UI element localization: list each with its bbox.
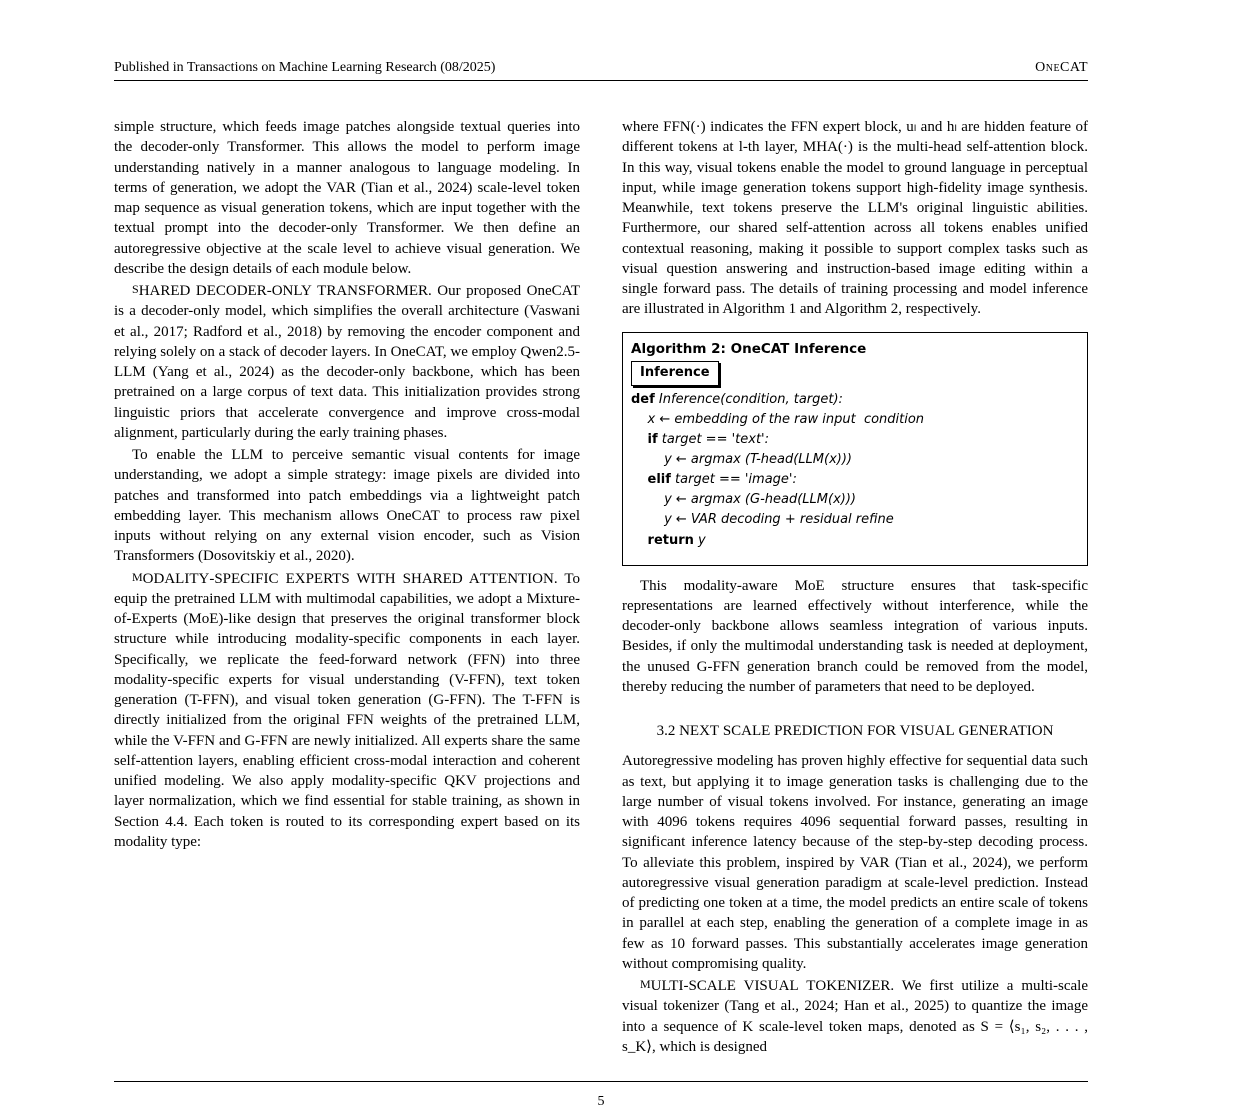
header-rule (114, 80, 1088, 81)
algo-line: x ← embedding of the raw input condition (631, 410, 1079, 430)
right-p-below: This modality-aware MoE structure ensure… (622, 576, 1088, 698)
algo-line: y ← VAR decoding + residual refine (631, 510, 1079, 530)
section-heading: 3.2 NEXT SCALE PREDICTION FOR VISUAL GEN… (622, 721, 1088, 741)
right-p-above: where FFN(·) indicates the FFN expert bl… (622, 117, 1088, 320)
algo-line: return y (631, 531, 1079, 551)
right-column: where FFN(·) indicates the FFN expert bl… (622, 117, 1088, 1057)
section-p2: MULTI-SCALE VISUAL TOKENIZER. We first u… (622, 976, 1088, 1057)
algorithm-func-box: Inference (631, 361, 719, 385)
algo-line: elif target == 'image': (631, 470, 1079, 490)
venue-label: Published in Transactions on Machine Lea… (114, 60, 495, 76)
left-column: simple structure, which feeds image patc… (114, 117, 580, 1057)
left-p2: SHARED DECODER-ONLY TRANSFORMER. Our pro… (114, 281, 580, 443)
algo-line: y ← argmax (T-head(LLM(x))) (631, 450, 1079, 470)
two-column-body: simple structure, which feeds image patc… (114, 117, 1088, 1057)
algo-line: if target == 'text': (631, 430, 1079, 450)
page-number: 5 (114, 1094, 1088, 1110)
left-p1: simple structure, which feeds image patc… (114, 117, 580, 279)
algorithm-title: Algorithm 2: OneCAT Inference (631, 339, 1079, 360)
algorithm-box: Algorithm 2: OneCAT Inference Inference … (622, 332, 1088, 566)
algorithm-lines: def Inference(condition, target): x ← em… (631, 390, 1079, 551)
section-p1: Autoregressive modeling has proven highl… (622, 751, 1088, 974)
running-header: Published in Transactions on Machine Lea… (114, 60, 1088, 76)
algo-line: y ← argmax (G-head(LLM(x))) (631, 490, 1079, 510)
title-short: OneCAT (1035, 60, 1088, 76)
left-p3: To enable the LLM to perceive semantic v… (114, 445, 580, 567)
left-p4: MODALITY-SPECIFIC EXPERTS WITH SHARED AT… (114, 569, 580, 853)
footer-rule (114, 1081, 1088, 1082)
algo-line: def Inference(condition, target): (631, 390, 1079, 410)
